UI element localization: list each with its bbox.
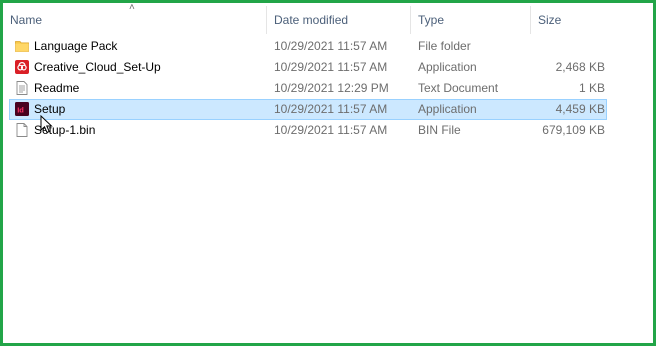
file-type: File folder [418, 39, 471, 53]
file-type: Text Document [418, 81, 499, 95]
column-header-size[interactable]: Size [531, 6, 611, 34]
folder-icon [15, 39, 29, 53]
column-header-bar: Name ˄ Date modified Type Size [3, 2, 653, 34]
column-header-type-label: Type [418, 13, 445, 27]
creative-cloud-icon [15, 60, 29, 74]
file-type: Application [418, 102, 477, 116]
file-row-readme[interactable]: Readme 10/29/2021 12:29 PM Text Document… [9, 78, 607, 99]
file-explorer-pane: Name ˄ Date modified Type Size Language … [0, 0, 656, 346]
file-size: 2,468 KB [555, 60, 605, 74]
file-date: 10/29/2021 11:57 AM [274, 123, 388, 137]
file-date: 10/29/2021 12:29 PM [274, 81, 389, 95]
file-date: 10/29/2021 11:57 AM [274, 60, 388, 74]
column-header-name[interactable]: Name ˄ [3, 2, 267, 34]
text-document-icon [15, 81, 29, 95]
file-row-creative-cloud-setup[interactable]: Creative_Cloud_Set-Up 10/29/2021 11:57 A… [9, 57, 607, 78]
file-date: 10/29/2021 11:57 AM [274, 39, 388, 53]
column-header-date[interactable]: Date modified [267, 6, 411, 34]
file-row-setup-1-bin[interactable]: Setup-1.bin 10/29/2021 11:57 AM BIN File… [9, 120, 607, 141]
file-name: Creative_Cloud_Set-Up [34, 60, 161, 74]
column-header-type[interactable]: Type [411, 6, 531, 34]
column-header-name-label: Name [10, 13, 43, 27]
file-size: 4,459 KB [555, 102, 605, 116]
column-header-size-label: Size [538, 13, 562, 27]
file-size: 1 KB [578, 81, 605, 95]
column-header-date-label: Date modified [274, 13, 349, 27]
file-icon [15, 123, 29, 137]
indesign-icon: Id [15, 102, 29, 116]
file-type: BIN File [418, 123, 461, 137]
mouse-pointer-icon [40, 114, 54, 135]
file-row-setup[interactable]: Id Setup 10/29/2021 11:57 AM Application… [9, 99, 607, 120]
sort-ascending-icon: ˄ [129, 2, 135, 13]
file-name: Language Pack [34, 39, 118, 53]
indesign-icon-label: Id [17, 105, 24, 114]
file-date: 10/29/2021 11:57 AM [274, 102, 388, 116]
file-name: Readme [34, 81, 80, 95]
file-type: Application [418, 60, 477, 74]
file-row-language-pack[interactable]: Language Pack 10/29/2021 11:57 AM File f… [9, 36, 607, 57]
file-size: 679,109 KB [542, 123, 605, 137]
